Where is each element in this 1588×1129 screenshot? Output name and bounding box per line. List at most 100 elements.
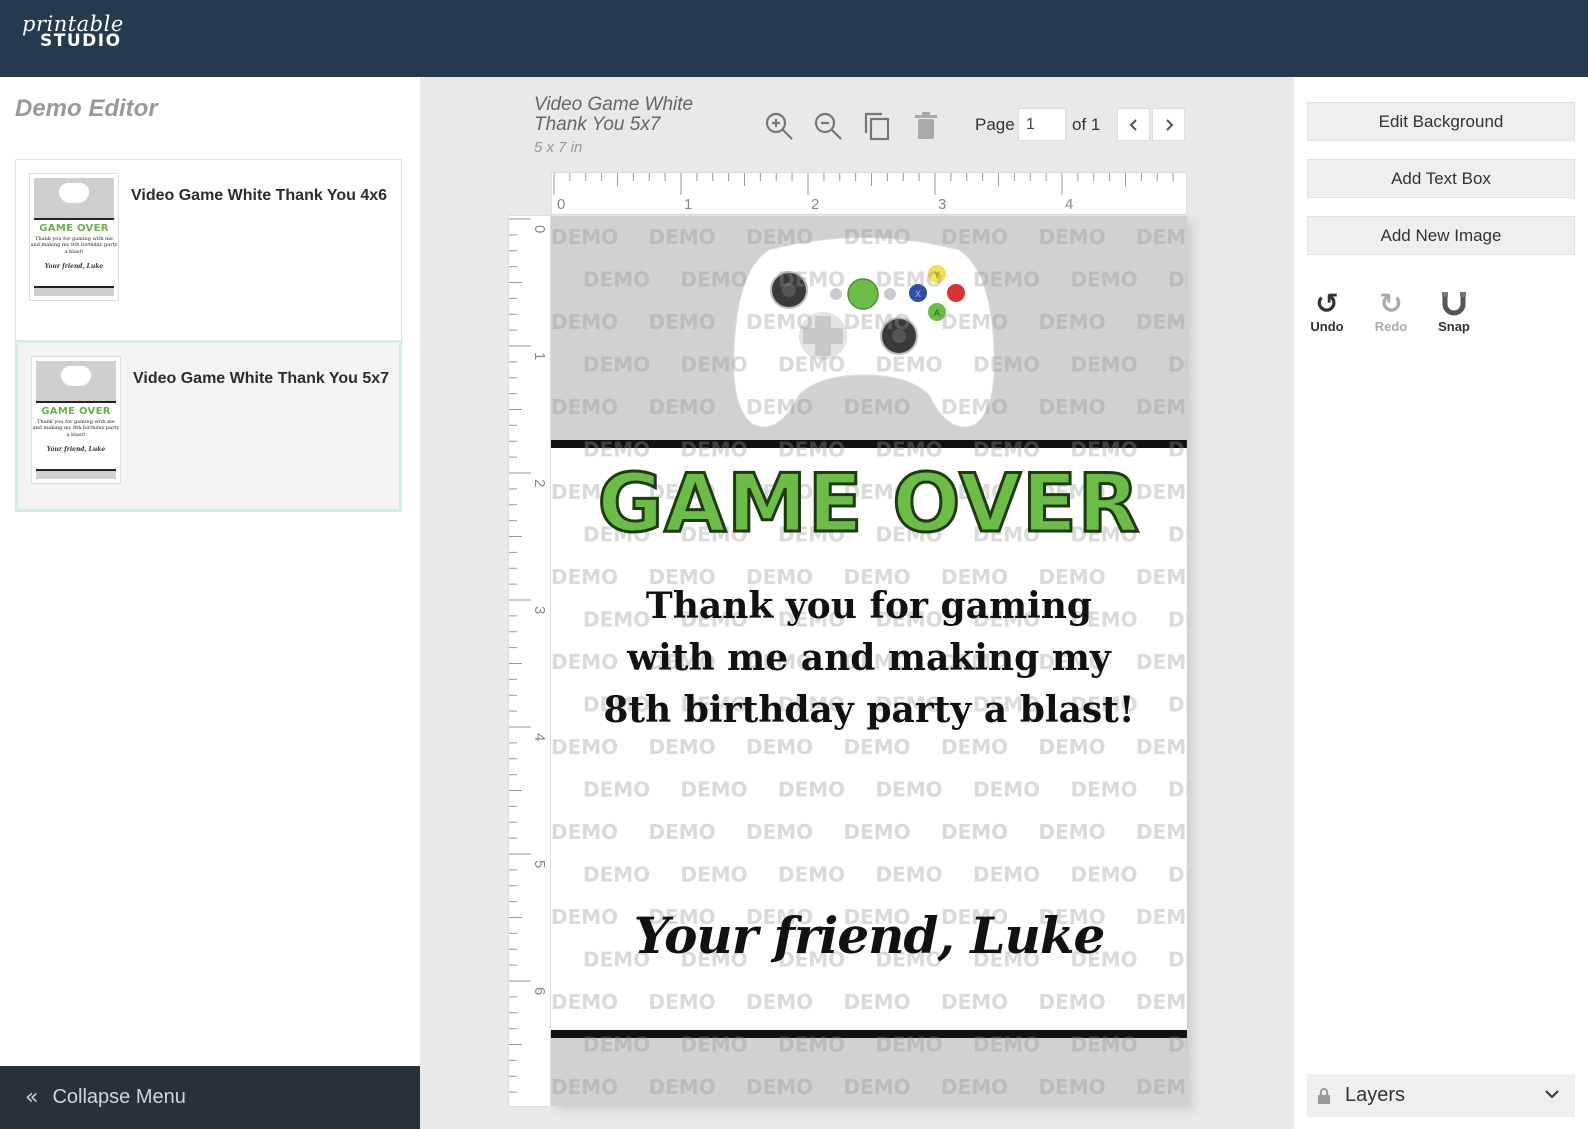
ruler-label: 4 [531,733,548,741]
template-thumbnail: GAME OVER Thank you for gaming with me a… [29,173,119,301]
x-button-label: X [915,290,921,300]
double-chevron-left-icon: « [25,1085,39,1110]
watermark-text: DEMO [681,863,748,887]
watermark-text: DEMO [1168,608,1187,632]
previous-page-button[interactable] [1117,108,1150,141]
watermark-text: DEMO [1039,820,1106,844]
redo-label: Redo [1374,319,1408,334]
watermark-text: DEMO [973,863,1040,887]
horizontal-ruler: 0 1 2 3 4 [551,172,1187,215]
edit-background-button[interactable]: Edit Background [1307,102,1575,141]
chevron-down-icon [1545,1090,1559,1099]
redo-icon: ↻ [1379,287,1403,320]
bottom-black-bar [551,1030,1187,1038]
watermark-text: DEMO [583,778,650,802]
duplicate-icon[interactable] [861,110,893,142]
watermark-text: DEMO [1071,863,1138,887]
watermark-text: DEMO [1168,693,1187,717]
redo-button[interactable]: ↻ Redo [1366,287,1416,335]
ruler-label: 0 [557,196,565,213]
snap-button[interactable]: Snap [1429,289,1479,334]
page-number-input[interactable] [1018,108,1066,141]
snap-label: Snap [1438,319,1470,334]
add-text-box-button[interactable]: Add Text Box [1307,159,1575,198]
watermark-text: DEMO [649,735,716,759]
lock-icon [1318,1087,1330,1104]
ruler-label: 2 [531,479,548,487]
template-thumbnail: GAME OVER Thank you for gaming with me a… [31,356,121,484]
ruler-label: 4 [1065,196,1073,213]
watermark-text: DEMO [1168,863,1187,887]
left-sidebar: Demo Editor GAME OVER Thank you for gami… [0,77,420,1129]
template-name: Video Game White Thank You 5x7 [133,370,390,387]
watermark-text: DEMO [1039,990,1106,1014]
a-button-label: A [934,309,941,319]
logo[interactable]: printable STUDIO [22,14,124,50]
watermark-text: DEMO [876,778,943,802]
watermark-text: DEMO [746,735,813,759]
undo-button[interactable]: ↺ Undo [1302,287,1352,335]
layers-label: Layers [1345,1084,1406,1106]
watermark-text: DEMO [973,778,1040,802]
next-page-button[interactable] [1152,108,1185,141]
watermark-text: DEMO [1136,735,1187,759]
document-title: Video Game White Thank You 5x7 [534,94,694,135]
collapse-menu-button[interactable]: « Collapse Menu [0,1066,420,1129]
chevron-left-icon [1129,118,1137,131]
signature-text[interactable]: Your friend, Luke [551,906,1187,965]
editor-title: Demo Editor [15,95,158,122]
template-list: GAME OVER Thank you for gaming with me a… [15,159,402,512]
watermark-text: DEMO [649,990,716,1014]
watermark-text: DEMO [876,863,943,887]
page-label: Page [975,115,1015,134]
layers-dropdown[interactable]: Layers [1307,1074,1575,1117]
headline-text[interactable]: GAME OVER [551,462,1187,545]
logo-block-text: STUDIO [40,31,122,51]
collapse-menu-label: Collapse Menu [52,1086,186,1108]
document-size: 5 x 7 in [534,139,583,156]
ruler-label: 3 [938,196,946,213]
template-item-5x7[interactable]: GAME OVER Thank you for gaming with me a… [16,341,401,511]
watermark-text: DEMO [1071,778,1138,802]
watermark-text: DEMO [1039,735,1106,759]
watermark-text: DEMO [941,820,1008,844]
watermark-text: DEMO [778,778,845,802]
watermark-text: DEMO [844,735,911,759]
ruler-label: 1 [531,352,548,360]
message-line: Thank you for gaming [645,585,1093,627]
zoom-in-icon[interactable] [763,110,795,142]
magnet-icon [1442,292,1466,316]
ruler-label: 1 [684,196,692,213]
watermark-text: DEMO [746,990,813,1014]
top-header: printable STUDIO [0,0,1588,77]
game-controller-image[interactable]: Y X A [729,230,999,430]
add-new-image-button[interactable]: Add New Image [1307,216,1575,255]
vertical-ruler: 0 1 2 3 4 5 6 [508,215,551,1107]
template-name: Video Game White Thank You 4x6 [131,187,388,204]
ruler-label: 5 [531,860,548,868]
ruler-label: 3 [531,606,548,614]
watermark-text: DEMO [778,863,845,887]
right-panel: Edit Background Add Text Box Add New Ima… [1294,77,1588,1129]
ruler-label: 2 [811,196,819,213]
watermark-text: DEMO [649,820,716,844]
watermark-text: DEMO [1136,990,1187,1014]
watermark-text: DEMO [551,735,618,759]
watermark-text: DEMO [746,820,813,844]
message-text[interactable]: Thank you for gaming with me and making … [591,580,1147,736]
watermark-text: DEMO [681,778,748,802]
undo-label: Undo [1310,319,1344,334]
zoom-out-icon[interactable] [812,110,844,142]
watermark-text: DEMO [1136,820,1187,844]
watermark-text: DEMO [583,863,650,887]
template-item-4x6[interactable]: GAME OVER Thank you for gaming with me a… [16,160,401,341]
ruler-label: 6 [531,987,548,995]
undo-icon: ↺ [1315,287,1339,320]
chevron-right-icon [1165,118,1173,131]
top-black-bar [551,440,1187,448]
y-button-label: Y [933,271,940,281]
trash-icon[interactable] [910,110,942,142]
watermark-text: DEMO [1168,778,1187,802]
design-canvas[interactable]: Y X A DEMO DEMO DEMO DEMO DEMO DEMO DEMO DEMO DE… [551,216,1187,1106]
message-line: 8th birthday party a blast! [603,689,1135,731]
